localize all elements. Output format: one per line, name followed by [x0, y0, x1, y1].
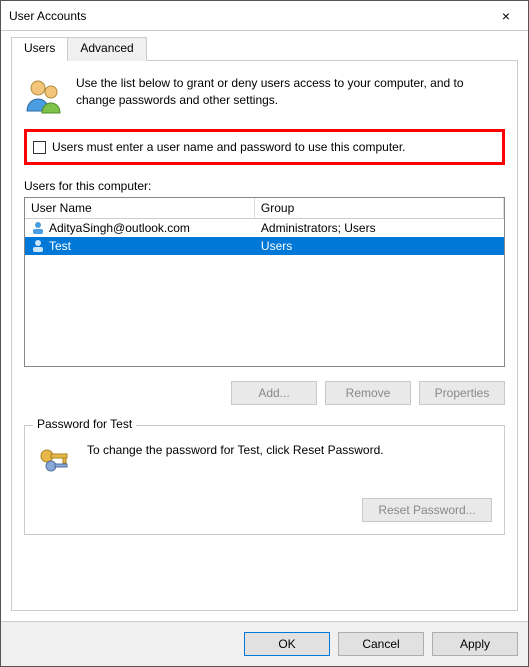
- remove-button[interactable]: Remove: [325, 381, 411, 405]
- highlight-box: Users must enter a user name and passwor…: [24, 129, 505, 165]
- window-title: User Accounts: [9, 9, 484, 23]
- user-group-cell: Administrators; Users: [255, 220, 504, 236]
- reset-password-button[interactable]: Reset Password...: [362, 498, 492, 522]
- tab-users[interactable]: Users: [11, 37, 68, 61]
- must-enter-credentials-label: Users must enter a user name and passwor…: [52, 140, 406, 154]
- password-groupbox: Password for Test To change the password…: [24, 425, 505, 535]
- tab-advanced-label: Advanced: [80, 41, 133, 55]
- cancel-button[interactable]: Cancel: [338, 632, 424, 656]
- ok-button[interactable]: OK: [244, 632, 330, 656]
- user-buttons-row: Add... Remove Properties: [24, 381, 505, 405]
- password-row: To change the password for Test, click R…: [37, 442, 492, 478]
- apply-button[interactable]: Apply: [432, 632, 518, 656]
- users-icon: [24, 75, 64, 115]
- intro-text: Use the list below to grant or deny user…: [76, 75, 505, 115]
- keys-icon: [37, 442, 73, 478]
- user-accounts-dialog: User Accounts × Users Advanced Use the: [0, 0, 529, 667]
- user-icon: [31, 239, 45, 253]
- must-enter-credentials-row[interactable]: Users must enter a user name and passwor…: [33, 140, 496, 154]
- list-item[interactable]: Test Users: [25, 237, 504, 255]
- user-name-cell: AdityaSingh@outlook.com: [49, 221, 190, 235]
- user-group-cell: Users: [255, 238, 504, 254]
- intro-row: Use the list below to grant or deny user…: [24, 75, 505, 115]
- close-button[interactable]: ×: [484, 1, 528, 31]
- users-listview[interactable]: User Name Group AdityaSingh@outlook.com …: [24, 197, 505, 367]
- dialog-footer: OK Cancel Apply: [1, 621, 528, 666]
- add-button[interactable]: Add...: [231, 381, 317, 405]
- content-area: Users Advanced Use the list below to gra…: [1, 31, 528, 621]
- close-icon: ×: [502, 8, 510, 24]
- tab-strip: Users Advanced: [11, 37, 518, 61]
- tab-advanced[interactable]: Advanced: [68, 37, 146, 61]
- user-icon: [31, 221, 45, 235]
- properties-button[interactable]: Properties: [419, 381, 505, 405]
- user-name-cell: Test: [49, 239, 71, 253]
- tab-users-label: Users: [24, 41, 55, 55]
- column-group[interactable]: Group: [255, 198, 504, 218]
- list-item[interactable]: AdityaSingh@outlook.com Administrators; …: [25, 219, 504, 237]
- users-list-label: Users for this computer:: [24, 179, 505, 193]
- list-header: User Name Group: [25, 198, 504, 219]
- tab-panel-users: Use the list below to grant or deny user…: [11, 61, 518, 611]
- password-button-row: Reset Password...: [37, 498, 492, 522]
- must-enter-credentials-checkbox[interactable]: [33, 141, 46, 154]
- password-group-legend: Password for Test: [33, 417, 136, 431]
- column-user-name[interactable]: User Name: [25, 198, 255, 218]
- titlebar: User Accounts ×: [1, 1, 528, 31]
- password-text: To change the password for Test, click R…: [87, 442, 384, 459]
